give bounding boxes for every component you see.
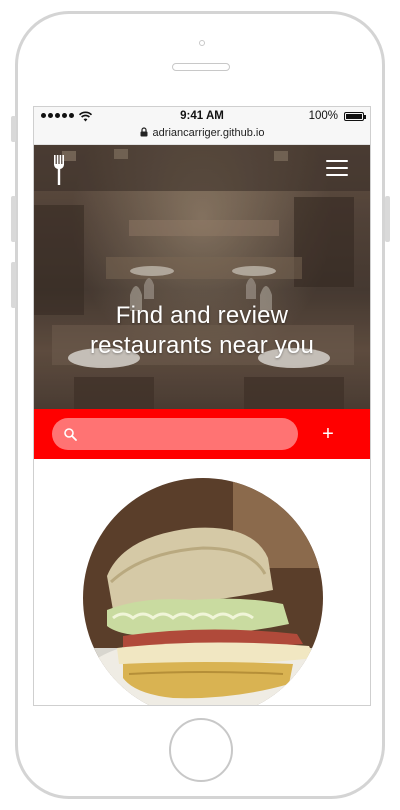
hero-title: Find and review restaurants near you xyxy=(34,301,370,361)
status-bar: 9:41 AM 100% xyxy=(34,107,370,127)
featured-food-photo[interactable] xyxy=(83,478,323,705)
sandwich-image xyxy=(83,478,323,705)
phone-screen: 9:41 AM 100% adriancarriger.github.io Fi… xyxy=(33,106,371,706)
hamburger-menu-icon[interactable] xyxy=(326,160,348,181)
volume-down-button xyxy=(11,262,16,308)
lock-icon xyxy=(140,127,148,137)
hero-banner: Find and review restaurants near you xyxy=(34,145,370,409)
search-input[interactable] xyxy=(52,418,298,450)
silent-switch xyxy=(11,116,16,142)
address-bar[interactable]: adriancarriger.github.io xyxy=(34,127,370,145)
home-button[interactable] xyxy=(169,718,233,782)
fork-icon[interactable] xyxy=(54,155,64,185)
search-bar: + xyxy=(34,409,370,459)
front-camera xyxy=(199,40,205,46)
page-url: adriancarriger.github.io xyxy=(152,127,265,139)
earpiece-speaker xyxy=(172,63,230,71)
hero-title-line-1: Find and review xyxy=(115,302,289,330)
restaurant-interior-background xyxy=(34,145,370,409)
battery-percentage: 100% xyxy=(308,110,338,122)
volume-up-button xyxy=(11,196,16,242)
battery-tip xyxy=(364,115,366,119)
battery-icon xyxy=(344,112,364,121)
hero-title-line-2: restaurants near you xyxy=(89,332,315,360)
power-button xyxy=(385,196,390,242)
add-restaurant-button[interactable]: + xyxy=(308,418,348,450)
